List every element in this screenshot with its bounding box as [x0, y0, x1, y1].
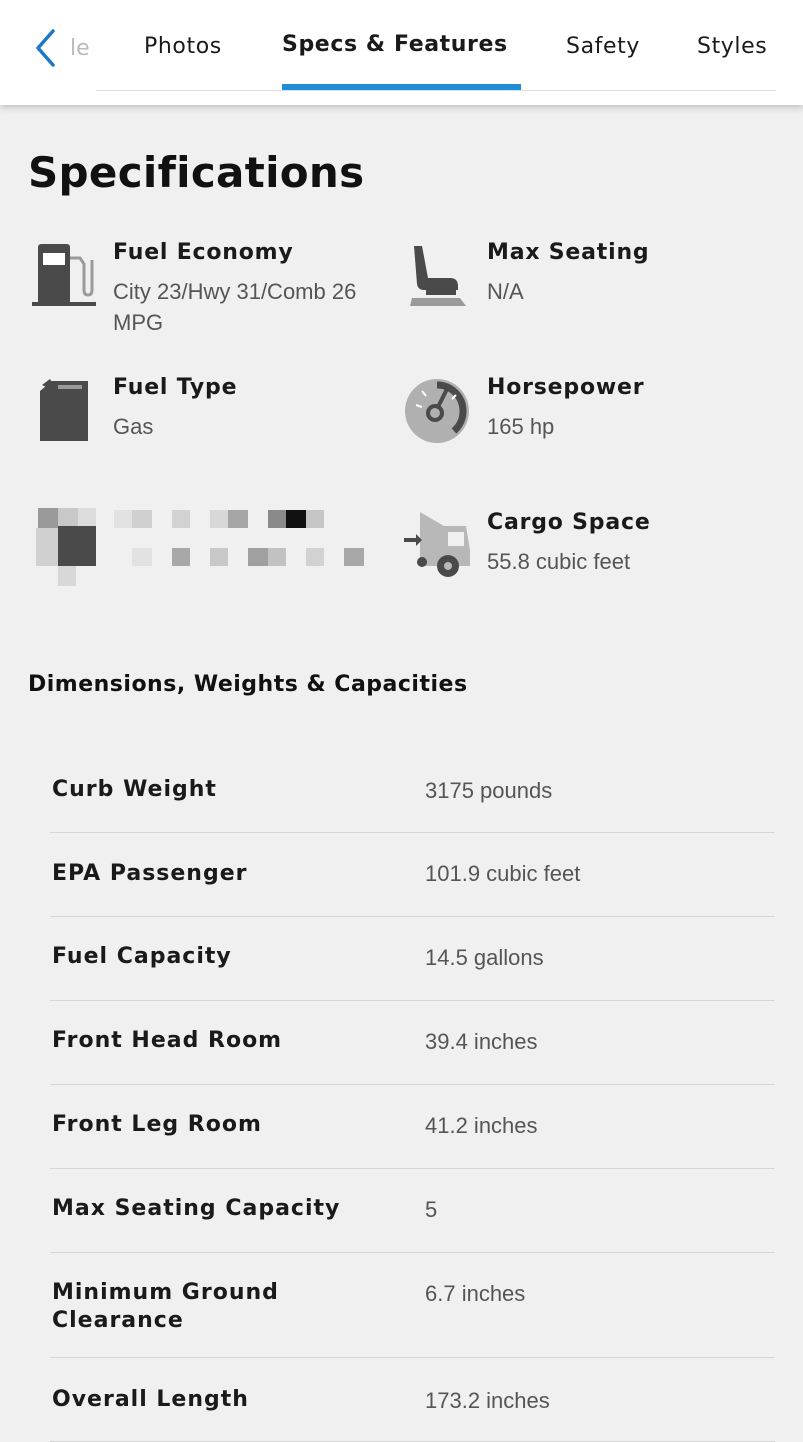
pixelated-icon	[36, 508, 366, 588]
tab-specs-features[interactable]: Specs & Features	[282, 32, 508, 57]
active-tab-indicator	[282, 84, 521, 90]
chevron-left-icon	[36, 29, 55, 67]
tab-safety[interactable]: Safety	[566, 34, 640, 59]
spec-value: 55.8 cubic feet	[487, 549, 631, 574]
fuel-can-icon	[28, 375, 98, 445]
cargo-car-icon	[402, 510, 472, 580]
spec-value: N/A	[487, 279, 524, 304]
spec-value: City 23/Hwy 31/Comb 26 MPG	[113, 279, 357, 335]
dimensions-table: Curb Weight 3175 pounds EPA Passenger 10…	[50, 750, 775, 1442]
spec-value: 165 hp	[487, 414, 555, 439]
row-value: 14.5 gallons	[425, 945, 544, 970]
row-key: Front Head Room	[52, 1028, 283, 1053]
row-value: 173.2 inches	[425, 1388, 550, 1413]
table-row: Max Seating Capacity 5	[50, 1169, 775, 1253]
specifications-title: Specifications	[28, 148, 365, 197]
table-row: EPA Passenger 101.9 cubic feet	[50, 833, 775, 917]
row-key: Front Leg Room	[52, 1112, 262, 1137]
seat-icon	[402, 240, 472, 310]
row-value: 39.4 inches	[425, 1029, 538, 1054]
speedometer-icon	[402, 375, 472, 445]
tab-photos[interactable]: Photos	[144, 34, 222, 59]
dimensions-title: Dimensions, Weights & Capacities	[28, 672, 468, 697]
table-row: Curb Weight 3175 pounds	[50, 750, 775, 833]
spec-label: Cargo Space	[487, 510, 651, 535]
spec-fuel-type: Fuel Type Gas	[28, 375, 388, 485]
table-row: Front Leg Room 41.2 inches	[50, 1085, 775, 1169]
row-key: Max Seating Capacity	[52, 1196, 341, 1221]
row-value: 41.2 inches	[425, 1113, 538, 1138]
spec-fuel-economy: Fuel Economy City 23/Hwy 31/Comb 26 MPG	[28, 240, 388, 350]
spec-label: Max Seating	[487, 240, 650, 265]
row-value: 6.7 inches	[425, 1281, 526, 1306]
tabs-divider	[96, 90, 776, 91]
row-key: Overall Length	[52, 1387, 249, 1412]
row-key: Minimum Ground Clearance	[52, 1280, 279, 1333]
spec-label: Horsepower	[487, 375, 645, 400]
spec-cargo-space: Cargo Space 55.8 cubic feet	[402, 510, 762, 620]
tab-partial[interactable]: le	[70, 36, 90, 61]
row-key: Fuel Capacity	[52, 944, 232, 969]
row-value: 101.9 cubic feet	[425, 861, 581, 886]
row-key: Curb Weight	[52, 777, 217, 802]
row-key: EPA Passenger	[52, 861, 248, 886]
table-row: Overall Length 173.2 inches	[50, 1358, 775, 1442]
tab-styles[interactable]: Styles	[697, 34, 767, 59]
spec-value: Gas	[113, 414, 154, 439]
top-tab-bar: le Photos Specs & Features Safety Styles	[0, 0, 803, 105]
back-button[interactable]	[30, 26, 60, 70]
table-row: Front Head Room 39.4 inches	[50, 1001, 775, 1085]
spec-horsepower: Horsepower 165 hp	[402, 375, 762, 485]
spec-label: Fuel Economy	[113, 240, 294, 265]
spec-label: Fuel Type	[113, 375, 238, 400]
fuel-pump-icon	[28, 240, 98, 310]
row-value: 3175 pounds	[425, 778, 553, 803]
table-row: Fuel Capacity 14.5 gallons	[50, 917, 775, 1001]
spec-max-seating: Max Seating N/A	[402, 240, 762, 350]
row-value: 5	[425, 1197, 438, 1222]
table-row: Minimum Ground Clearance 6.7 inches	[50, 1253, 775, 1358]
